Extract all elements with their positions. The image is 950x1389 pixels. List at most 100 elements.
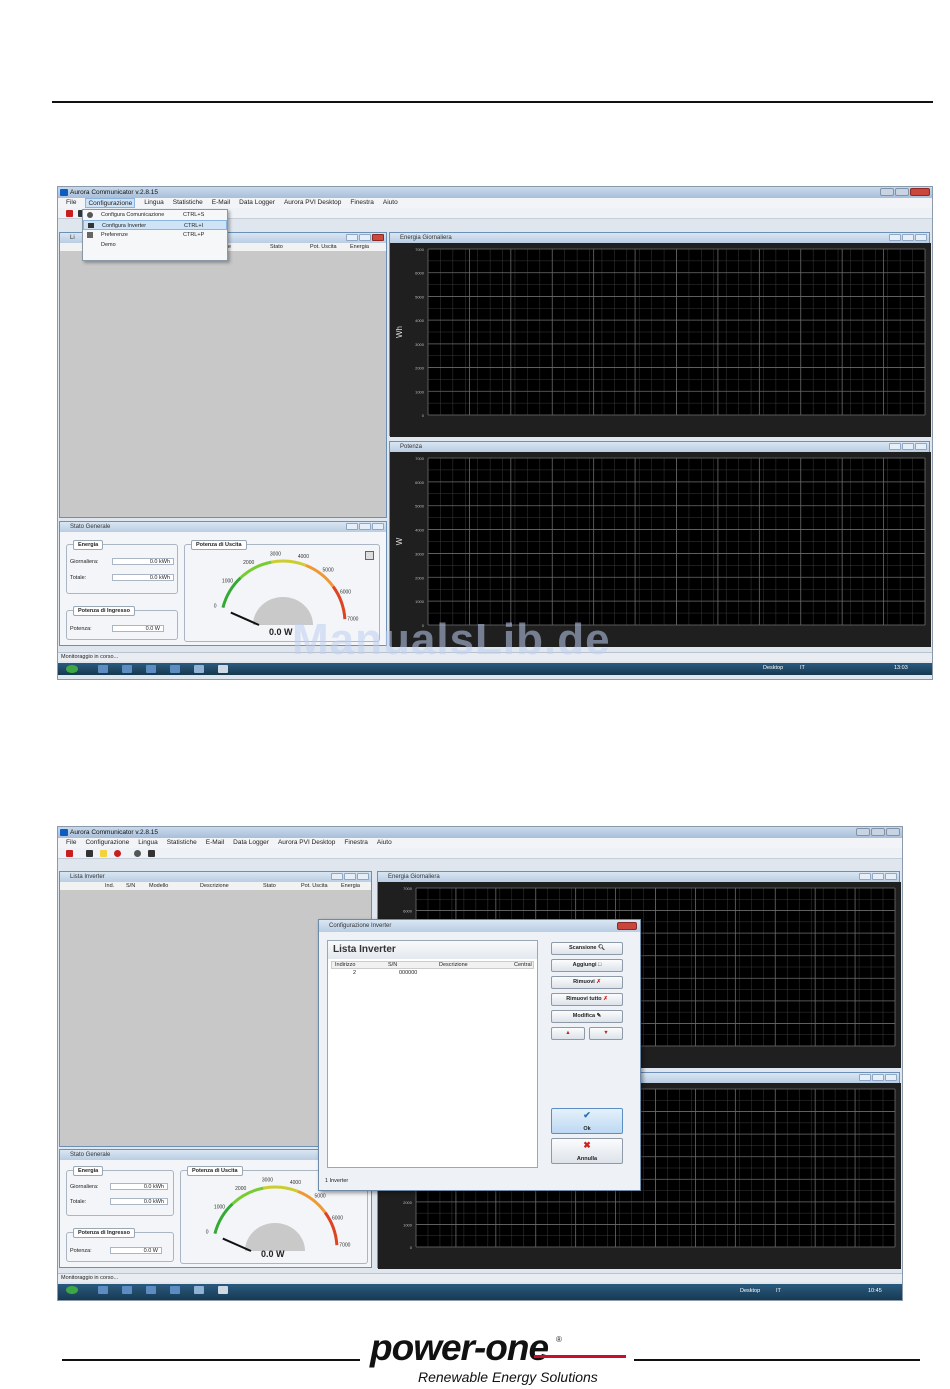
menu-item-configura-inverter[interactable]: Configura Inverter CTRL+I <box>83 220 227 230</box>
menu-item-demo[interactable]: Demo <box>83 240 227 250</box>
menu-data-logger[interactable]: Data Logger <box>239 198 275 208</box>
menu-aurora-pvi-desktop[interactable]: Aurora PVI Desktop <box>284 198 341 208</box>
move-up-button[interactable]: ▲ <box>551 1027 585 1040</box>
panel-minimize-button[interactable] <box>859 1074 871 1081</box>
maximize-button[interactable] <box>871 828 885 836</box>
scan-button[interactable]: Scansione 🔍︎ <box>551 942 623 955</box>
menu-aiuto[interactable]: Aiuto <box>383 198 398 208</box>
menu-configurazione[interactable]: Configurazione <box>85 198 136 208</box>
column-header[interactable]: S/N <box>126 882 135 890</box>
start-icon[interactable] <box>66 1286 78 1294</box>
column-header[interactable]: Modello <box>149 882 168 890</box>
stop-icon[interactable] <box>66 210 73 217</box>
taskbar-language[interactable]: IT <box>776 1288 781 1294</box>
panel-restore-button[interactable] <box>902 443 914 450</box>
panel-close-button[interactable] <box>915 234 927 241</box>
menu-data-logger[interactable]: Data Logger <box>233 838 269 848</box>
menu-aurora-pvi-desktop[interactable]: Aurora PVI Desktop <box>278 838 335 848</box>
taskbar-app-icon[interactable] <box>98 665 108 673</box>
panel-minimize-button[interactable] <box>859 873 871 880</box>
menu-email[interactable]: E-Mail <box>212 198 230 208</box>
menu-finestra[interactable]: Finestra <box>350 198 373 208</box>
column-header[interactable]: Descrizione <box>200 882 229 890</box>
column-header[interactable]: Indirizzo <box>335 962 355 968</box>
lightning-icon[interactable] <box>100 850 107 857</box>
menu-finestra[interactable]: Finestra <box>344 838 367 848</box>
cancel-button[interactable]: ✖ Annulla <box>551 1138 623 1164</box>
maximize-button[interactable] <box>895 188 909 196</box>
panel-restore-button[interactable] <box>359 523 371 530</box>
panel-restore-button[interactable] <box>359 234 371 241</box>
close-button[interactable] <box>910 188 930 196</box>
panel-minimize-button[interactable] <box>889 234 901 241</box>
column-header[interactable]: Stato <box>270 243 283 251</box>
taskbar-app-icon[interactable] <box>194 665 204 673</box>
panel-close-button[interactable] <box>885 873 897 880</box>
panel-minimize-button[interactable] <box>346 234 358 241</box>
add-button[interactable]: Aggiungi □ <box>551 959 623 972</box>
taskbar-app-icon[interactable] <box>218 1286 228 1294</box>
panel-restore-button[interactable] <box>902 234 914 241</box>
start-icon[interactable] <box>66 665 78 673</box>
menu-email[interactable]: E-Mail <box>206 838 224 848</box>
taskbar-app-icon[interactable] <box>122 1286 132 1294</box>
move-down-button[interactable]: ▼ <box>589 1027 623 1040</box>
taskbar-app-icon[interactable] <box>194 1286 204 1294</box>
taskbar-language[interactable]: IT <box>800 665 805 671</box>
minimize-button[interactable] <box>880 188 894 196</box>
column-header[interactable]: Energia <box>341 882 360 890</box>
panel-restore-button[interactable] <box>344 873 356 880</box>
menu-aiuto[interactable]: Aiuto <box>377 838 392 848</box>
taskbar-app-icon[interactable] <box>146 1286 156 1294</box>
panel-restore-button[interactable] <box>872 1074 884 1081</box>
column-header[interactable]: S/N <box>388 962 397 968</box>
menu-statistiche[interactable]: Statistiche <box>173 198 203 208</box>
close-button[interactable] <box>886 828 900 836</box>
panel-close-button[interactable] <box>357 873 369 880</box>
stop-icon[interactable] <box>66 850 73 857</box>
taskbar-app-icon[interactable] <box>98 1286 108 1294</box>
minimize-button[interactable] <box>856 828 870 836</box>
panel-minimize-button[interactable] <box>889 443 901 450</box>
panel-close-button[interactable] <box>372 523 384 530</box>
panel-minimize-button[interactable] <box>346 523 358 530</box>
panel-minimize-button[interactable] <box>331 873 343 880</box>
dialog-close-button[interactable] <box>617 922 637 930</box>
column-header[interactable]: Central <box>514 962 532 968</box>
panel-restore-button[interactable] <box>872 873 884 880</box>
taskbar-app-icon[interactable] <box>170 665 180 673</box>
panel-close-button[interactable] <box>915 443 927 450</box>
taskbar-app-icon[interactable] <box>170 1286 180 1294</box>
menu-item-preferenze[interactable]: Preferenze CTRL+P <box>83 230 227 240</box>
table-row[interactable]: 2 000000 <box>331 969 534 977</box>
menu-lingua[interactable]: Lingua <box>144 198 164 208</box>
menu-file[interactable]: File <box>66 838 76 848</box>
remove-button[interactable]: Rimuovi ✗ <box>551 976 623 989</box>
taskbar-desktop[interactable]: Desktop <box>763 665 783 671</box>
panel-close-button[interactable] <box>885 1074 897 1081</box>
menu-item-configura-comunicazione[interactable]: Configura Comunicazione CTRL+S <box>83 210 227 220</box>
column-header[interactable]: Stato <box>263 882 276 890</box>
column-header[interactable]: Energia <box>350 243 369 251</box>
taskbar-desktop[interactable]: Desktop <box>740 1288 760 1294</box>
menu-configurazione[interactable]: Configurazione <box>85 838 129 848</box>
menu-file[interactable]: File <box>66 198 76 208</box>
gauge-settings-icon[interactable] <box>365 551 374 560</box>
inverter-icon[interactable] <box>86 850 93 857</box>
menu-lingua[interactable]: Lingua <box>138 838 158 848</box>
edit-button[interactable]: Modifica ✎ <box>551 1010 623 1023</box>
taskbar-app-icon[interactable] <box>146 665 156 673</box>
ok-button[interactable]: ✔ Ok <box>551 1108 623 1134</box>
column-header[interactable]: Descrizione <box>439 962 468 968</box>
menu-statistiche[interactable]: Statistiche <box>167 838 197 848</box>
gear-icon[interactable] <box>134 850 141 857</box>
panel-close-button[interactable] <box>372 234 384 241</box>
record-icon[interactable] <box>114 850 121 857</box>
taskbar-app-icon[interactable] <box>122 665 132 673</box>
remove-all-button[interactable]: Rimuovi tutto ✗ <box>551 993 623 1006</box>
column-header[interactable]: Ind. <box>105 882 114 890</box>
column-header[interactable]: Pot. Uscita <box>310 243 337 251</box>
monitor-icon[interactable] <box>148 850 155 857</box>
column-header[interactable]: Pot. Uscita <box>301 882 328 890</box>
taskbar-app-icon[interactable] <box>218 665 228 673</box>
